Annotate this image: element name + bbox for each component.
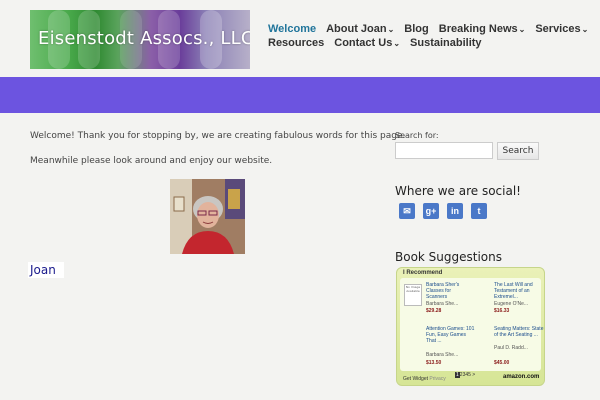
book-grid: No Image Available Barbara Sher's Classe…	[400, 278, 543, 371]
book-price: $16.33	[494, 308, 510, 314]
nav-row-1: Welcome About Joan⌄ Blog Breaking News⌄ …	[268, 22, 598, 36]
amazon-widget: I Recommend No Image Available Barbara S…	[396, 267, 545, 386]
book-item[interactable]: The Last Will and Testament of an Extrem…	[492, 280, 544, 326]
portrait-image	[170, 179, 245, 254]
book-price: $13.50	[426, 360, 442, 366]
header-band	[0, 77, 600, 113]
search-input[interactable]	[395, 142, 493, 159]
email-icon[interactable]: ✉	[399, 203, 415, 219]
chevron-down-icon: ⌄	[393, 39, 401, 48]
books-title: Book Suggestions	[395, 250, 503, 264]
book-price: $29.28	[426, 308, 442, 314]
nav-item-contact-us[interactable]: Contact Us⌄	[334, 36, 400, 50]
nav-row-2: Resources Contact Us⌄ Sustainability	[268, 36, 598, 50]
joan-photo	[170, 179, 245, 254]
chevron-down-icon: ⌄	[581, 25, 589, 34]
get-widget-link[interactable]: Get Widget	[403, 376, 428, 382]
book-price: $45.00	[494, 360, 510, 366]
book-item[interactable]: Seating Matters: State of the Art Seatin…	[492, 324, 544, 370]
next-page-link[interactable]: >	[472, 372, 475, 378]
browse-paragraph: Meanwhile please look around and enjoy o…	[30, 156, 273, 166]
nav-item-resources[interactable]: Resources	[268, 36, 324, 50]
site-logo[interactable]: Eisenstodt Assocs., LLC	[30, 10, 250, 69]
book-title[interactable]: The Last Will and Testament of an Extrem…	[494, 282, 544, 300]
book-author: Paul D. Radd...	[494, 345, 528, 351]
social-title: Where we are social!	[395, 184, 521, 198]
main-nav: Welcome About Joan⌄ Blog Breaking News⌄ …	[268, 22, 598, 50]
welcome-paragraph: Welcome! Thank you for stopping by, we a…	[30, 131, 406, 141]
joan-link[interactable]: Joan	[28, 262, 64, 278]
nav-item-about-joan[interactable]: About Joan⌄	[326, 22, 394, 36]
book-author: Barbara She...	[426, 301, 459, 307]
nav-item-blog[interactable]: Blog	[404, 22, 428, 36]
widget-pagination: 12345 >	[455, 372, 475, 378]
google-plus-icon[interactable]: g+	[423, 203, 439, 219]
book-title[interactable]: Seating Matters: State of the Art Seatin…	[494, 326, 544, 338]
chevron-down-icon: ⌄	[387, 25, 395, 34]
widget-footer: Get Widget Privacy	[403, 376, 446, 382]
widget-header: I Recommend	[403, 270, 443, 276]
twitter-icon[interactable]: t	[471, 203, 487, 219]
chevron-down-icon: ⌄	[518, 25, 526, 34]
book-cover: No Image Available	[404, 284, 422, 306]
page-link[interactable]: 5	[468, 372, 471, 378]
privacy-link[interactable]: Privacy	[429, 376, 445, 382]
book-author: Barbara She...	[426, 352, 459, 358]
book-title[interactable]: Barbara Sher's Classes for Scanners	[426, 282, 470, 300]
amazon-logo[interactable]: amazon.com	[503, 374, 539, 380]
nav-item-breaking-news[interactable]: Breaking News⌄	[439, 22, 526, 36]
book-item[interactable]: Attention Games: 101 Fun, Easy Games Tha…	[424, 324, 492, 370]
book-author: Eugene O'Ne...	[494, 301, 529, 307]
nav-item-services[interactable]: Services⌄	[535, 22, 588, 36]
book-item[interactable]: No Image Available Barbara Sher's Classe…	[402, 280, 470, 326]
nav-item-welcome[interactable]: Welcome	[268, 22, 316, 36]
search-button[interactable]: Search	[497, 142, 539, 160]
search-label: Search for:	[395, 131, 439, 140]
logo-text: Eisenstodt Assocs., LLC	[38, 28, 250, 49]
nav-item-sustainability[interactable]: Sustainability	[410, 36, 482, 50]
book-title[interactable]: Attention Games: 101 Fun, Easy Games Tha…	[426, 326, 476, 344]
linkedin-icon[interactable]: in	[447, 203, 463, 219]
